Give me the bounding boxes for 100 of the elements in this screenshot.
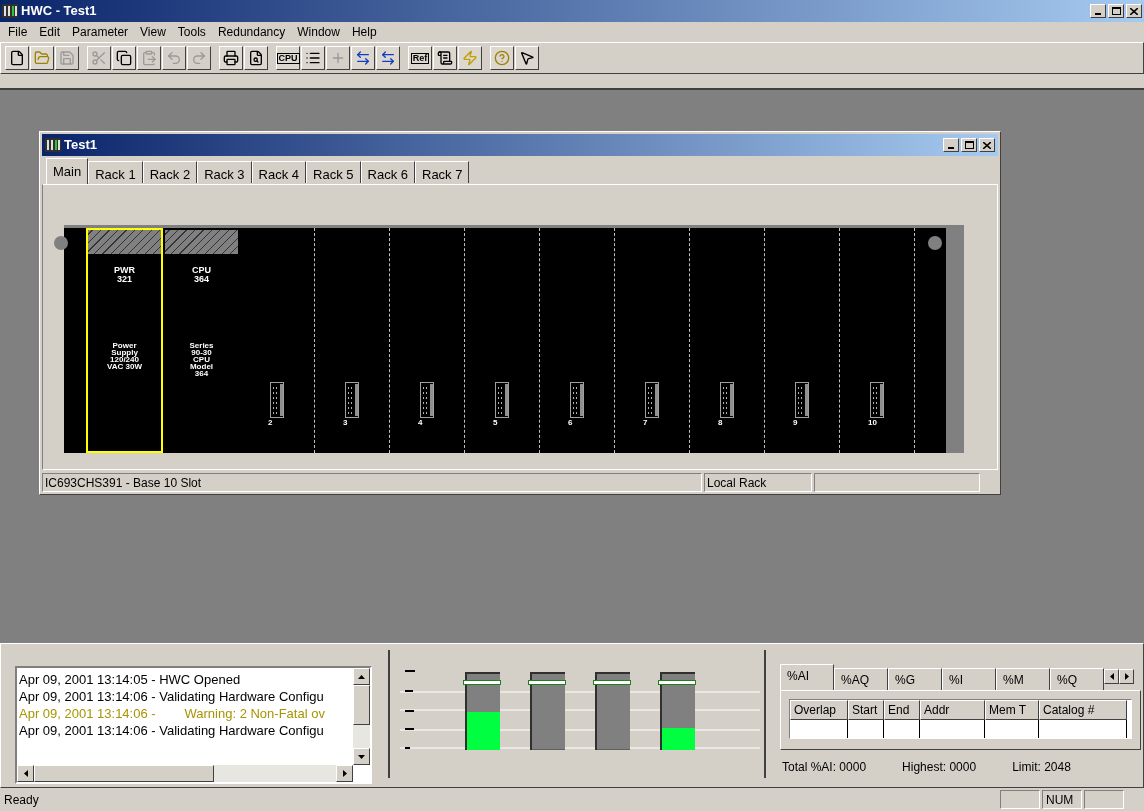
toolbar-button[interactable] [301,46,325,70]
log-entry: Apr 09, 2001 13:14:06 - Validating Hardware Configu [19,722,325,739]
scroll-icon [437,50,453,66]
slot-connector-icon [795,382,809,418]
meter-marker-icon [463,680,501,685]
scroll-thumb[interactable] [34,765,214,782]
toolbar-button[interactable]: Ref [408,46,432,70]
memory-tab[interactable]: %Q [1050,668,1104,690]
rack-tab[interactable]: Rack 3 [197,161,252,183]
log-entry: Apr 09, 2001 13:14:06 - Warning: 2 Non-Fatal ov [19,705,326,722]
horizontal-scrollbar[interactable] [17,765,353,782]
toolbar-button[interactable] [219,46,243,70]
status-indicator [1000,790,1040,809]
toolbar-button[interactable] [351,46,375,70]
log-entry: Apr 09, 2001 13:14:05 - HWC Opened [19,671,242,688]
child-status-pane: Local Rack [704,472,812,492]
column-header[interactable]: Catalog # [1039,700,1127,720]
minimize-icon [948,147,954,149]
toolbar-button[interactable] [376,46,400,70]
rack-module[interactable]: PWR 321 Power Supply 120/240 VAC 30W [86,228,163,453]
memory-tab[interactable]: %AQ [834,668,888,690]
slot-connector-icon [645,382,659,418]
rack-tab[interactable]: Rack 5 [306,161,361,183]
slot-number: 4 [418,419,423,427]
memory-tab[interactable]: %I [942,668,996,690]
summary-label: Total %AI: 0000 [782,759,867,776]
column-header[interactable]: Addr [920,700,985,720]
child-status-pane: IC693CHS391 - Base 10 Slot [42,472,702,492]
module-name: CPU 364 [192,266,211,284]
scroll-left-button[interactable] [17,765,34,782]
rack-tab[interactable]: Rack 7 [415,161,470,183]
toolbar-button[interactable] [30,46,54,70]
save-icon [59,50,75,66]
menu-item[interactable]: Help [345,23,383,41]
log-entry: Apr 09, 2001 13:14:06 - Validating Hardware Configu [19,688,325,705]
rack-tab[interactable]: Rack 2 [142,161,198,183]
menu-item[interactable]: Edit [33,23,67,41]
scroll-thumb[interactable] [353,685,370,725]
tab-scroll-left-button[interactable] [1104,669,1119,684]
toolbar-button[interactable] [515,46,539,70]
slot-connector-icon [345,382,359,418]
slot-number: 8 [718,419,723,427]
down-arrow-icon [358,754,365,759]
rack-tab[interactable]: Rack 1 [88,161,143,183]
slot-number: 3 [343,419,348,427]
memory-tab[interactable]: %M [996,668,1050,690]
maximize-button[interactable] [961,138,977,152]
right-arrow-icon [342,770,347,777]
column-header[interactable]: Start [848,700,884,720]
tab-scroll-right-button[interactable] [1119,669,1134,684]
left-arrow-icon [1109,673,1114,680]
column-header[interactable]: Mem T [985,700,1039,720]
menu-item[interactable]: Window [291,23,346,41]
status-indicator [1084,790,1124,809]
module-name: PWR 321 [114,266,135,284]
memory-tab[interactable]: %G [888,668,942,690]
toolbar-button[interactable] [112,46,136,70]
scroll-down-button[interactable] [353,748,370,765]
column-header[interactable]: Overlap [790,700,848,720]
scroll-right-button[interactable] [336,765,353,782]
toolbar-button[interactable]: CPU [276,46,300,70]
menu-item[interactable]: File [2,23,34,41]
slot-number: 6 [568,419,573,427]
slot-connector-icon [270,382,284,418]
minimize-button[interactable] [943,138,959,152]
meter-marker-icon [658,680,696,685]
menu-item[interactable]: Redundancy [211,23,292,41]
slot-number: 7 [643,419,648,427]
vertical-scrollbar[interactable] [353,668,370,765]
close-button[interactable] [979,138,995,152]
close-icon [983,141,991,149]
menu-item[interactable]: Tools [171,23,212,41]
minimize-icon [1095,13,1101,15]
maximize-button[interactable] [1108,4,1124,18]
rack-tab[interactable]: Rack 4 [251,161,307,183]
toolbar-button[interactable] [244,46,268,70]
minimize-button[interactable] [1090,4,1106,18]
rack-tab[interactable]: Main [46,158,89,184]
toolbar-button[interactable] [433,46,457,70]
close-icon [1130,7,1138,15]
close-button[interactable] [1126,4,1142,18]
module-description: Series 90-30 CPU Model 364 [189,342,214,377]
memory-tab[interactable]: %AI [780,664,834,690]
toolbar-button[interactable] [490,46,514,70]
print-preview-icon [248,50,264,66]
toolbar-button[interactable] [5,46,29,70]
scroll-up-button[interactable] [353,668,370,685]
menu-item[interactable]: View [134,23,172,41]
rack-tab[interactable]: Rack 6 [360,161,415,183]
redo-icon [191,50,207,66]
slot-connector-icon [720,382,734,418]
slot-number: 2 [268,419,273,427]
lightning-icon [462,50,478,66]
column-header[interactable]: End [884,700,920,720]
slot-connector-icon [870,382,884,418]
toolbar-button[interactable] [458,46,482,70]
menu-item[interactable]: Parameter [66,23,135,41]
context-help-icon [519,50,535,66]
help-icon [494,50,510,66]
window-title: HWC - Test1 [21,2,98,21]
